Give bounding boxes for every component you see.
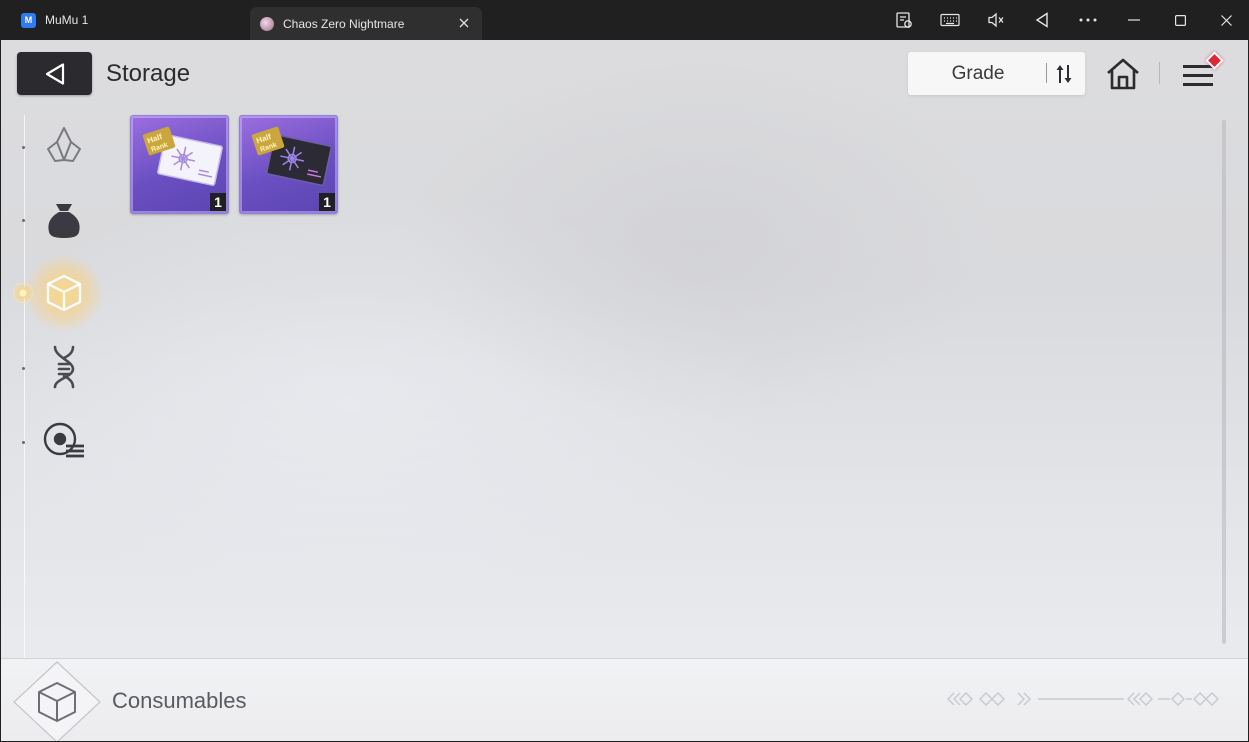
tab-game-label: Chaos Zero Nightmare: [283, 16, 405, 31]
category-dot: [22, 146, 25, 149]
category-footer: Consumables: [1, 658, 1248, 741]
tab-mumu-label: MuMu 1: [45, 13, 89, 27]
home-button[interactable]: [1104, 55, 1142, 93]
consumables-cube-icon: [13, 661, 101, 741]
sort-label: Grade: [951, 63, 1005, 84]
cube-icon: [46, 274, 82, 312]
maximize-icon[interactable]: [1157, 0, 1203, 40]
category-records[interactable]: [39, 416, 89, 466]
record-list-icon: [43, 422, 84, 458]
category-consumables[interactable]: [39, 268, 89, 318]
sort-divider: [1046, 63, 1047, 83]
mute-icon[interactable]: [973, 0, 1019, 40]
item-slot-ticket-white[interactable]: Half Rank 1: [130, 115, 229, 214]
category-crystals[interactable]: [39, 120, 89, 170]
active-category-indicator: [13, 283, 33, 303]
footer-category-label: Consumables: [112, 688, 247, 713]
game-viewport: Storage Grade Half Rank 1 Half Rank 1 Co…: [1, 40, 1248, 741]
footer-ornament: [947, 692, 1219, 706]
item-slot-ticket-black[interactable]: Half Rank 1: [239, 115, 338, 214]
dna-icon: [53, 345, 75, 389]
tab-chaos-zero-nightmare[interactable]: Chaos Zero Nightmare: [250, 7, 482, 40]
category-bag[interactable]: [39, 195, 89, 245]
sort-order-toggle[interactable]: [1051, 61, 1077, 87]
pouch-icon: [48, 204, 80, 238]
category-dot: [22, 219, 25, 222]
app-center-icon[interactable]: [881, 0, 927, 40]
back-button[interactable]: [17, 52, 92, 95]
back-arrow-icon: [45, 62, 64, 85]
more-icon[interactable]: [1065, 0, 1111, 40]
category-dot: [22, 367, 25, 370]
home-icon: [1107, 58, 1139, 90]
crystal-icon: [47, 127, 81, 162]
mumu-logo-icon: M: [21, 12, 36, 28]
category-dot: [22, 441, 25, 444]
page-title: Storage: [106, 60, 191, 87]
header-separator: [1159, 62, 1160, 84]
tab-mumu[interactable]: M MuMu 1: [0, 0, 250, 40]
item-count: 1: [210, 193, 226, 211]
window-titlebar: M MuMu 1 Chaos Zero Nightmare: [0, 0, 1249, 40]
back-nav-icon[interactable]: [1019, 0, 1065, 40]
keyboard-icon[interactable]: [927, 0, 973, 40]
minimize-icon[interactable]: [1111, 0, 1157, 40]
category-dna[interactable]: [39, 342, 89, 392]
sort-dropdown[interactable]: Grade: [908, 52, 1085, 95]
item-count: 1: [319, 193, 335, 211]
game-logo-icon: [260, 16, 274, 31]
sort-arrows-icon: [1056, 65, 1072, 83]
close-icon[interactable]: [1203, 0, 1249, 40]
sidebar-rail: [24, 115, 25, 660]
scrollbar[interactable]: [1222, 120, 1226, 644]
tab-close-icon[interactable]: [454, 13, 474, 33]
